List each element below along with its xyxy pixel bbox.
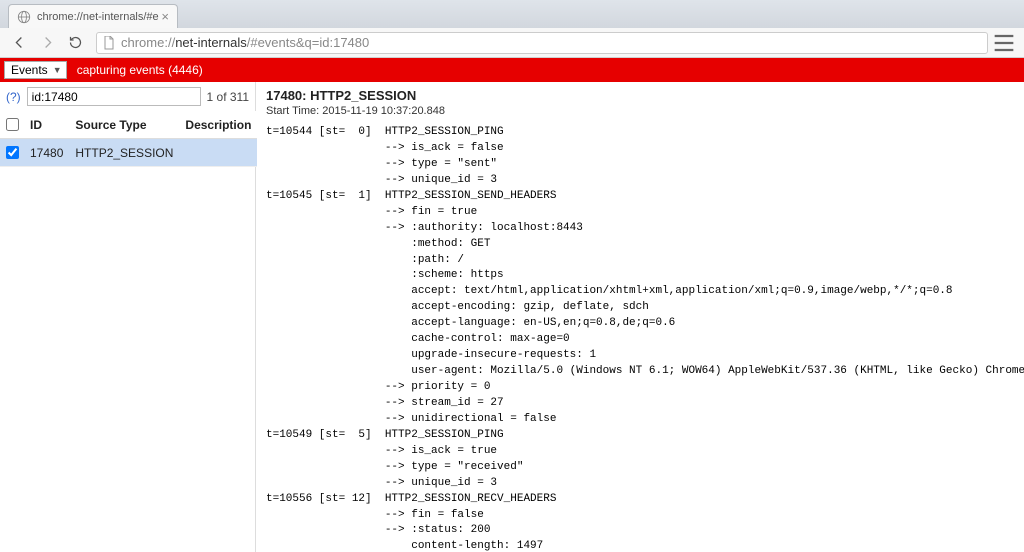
result-count: 1 of 311	[207, 90, 249, 104]
section-dropdown-label: Events	[11, 63, 48, 77]
close-icon[interactable]: ×	[161, 10, 169, 23]
filter-row: (?) 1 of 311	[0, 82, 255, 111]
events-table: ID Source Type Description 17480 HTTP2_S…	[0, 111, 257, 167]
chevron-down-icon: ▼	[53, 65, 62, 75]
row-description	[179, 139, 257, 167]
browser-tab[interactable]: chrome://net-internals/#e ×	[8, 4, 178, 28]
filter-help-link[interactable]: (?)	[6, 90, 21, 104]
address-bar[interactable]: chrome://net-internals/#events&q=id:1748…	[96, 32, 988, 54]
file-icon	[103, 36, 115, 50]
app-bar: Events ▼ capturing events (4446)	[0, 58, 1024, 82]
col-id[interactable]: ID	[24, 111, 69, 139]
url-path: /#events&q=id:17480	[247, 35, 370, 50]
table-row[interactable]: 17480 HTTP2_SESSION	[0, 139, 257, 167]
row-id: 17480	[24, 139, 69, 167]
detail-start-time: Start Time: 2015-11-19 10:37:20.848	[266, 105, 1014, 117]
events-list-panel: (?) 1 of 311 ID Source Type Description …	[0, 82, 256, 552]
select-all-checkbox[interactable]	[6, 118, 19, 131]
capture-status: capturing events (4446)	[77, 63, 203, 77]
browser-tabstrip: chrome://net-internals/#e ×	[0, 0, 1024, 28]
detail-log: t=10544 [st= 0] HTTP2_SESSION_PING --> i…	[266, 125, 1014, 552]
menu-button[interactable]	[990, 31, 1018, 55]
url-scheme: chrome://	[121, 35, 175, 50]
forward-button[interactable]	[34, 31, 60, 55]
row-checkbox[interactable]	[6, 146, 19, 159]
url-host: net-internals	[175, 35, 247, 50]
detail-title: 17480: HTTP2_SESSION	[266, 88, 1014, 103]
filter-input[interactable]	[27, 87, 201, 106]
reload-button[interactable]	[62, 31, 88, 55]
tab-title: chrome://net-internals/#e	[37, 11, 159, 23]
section-dropdown[interactable]: Events ▼	[4, 61, 67, 79]
globe-icon	[17, 10, 31, 24]
col-description[interactable]: Description	[179, 111, 257, 139]
row-source-type: HTTP2_SESSION	[69, 139, 179, 167]
col-source-type[interactable]: Source Type	[69, 111, 179, 139]
event-detail-panel: 17480: HTTP2_SESSION Start Time: 2015-11…	[256, 82, 1024, 552]
browser-toolbar: chrome://net-internals/#events&q=id:1748…	[0, 28, 1024, 58]
back-button[interactable]	[6, 31, 32, 55]
